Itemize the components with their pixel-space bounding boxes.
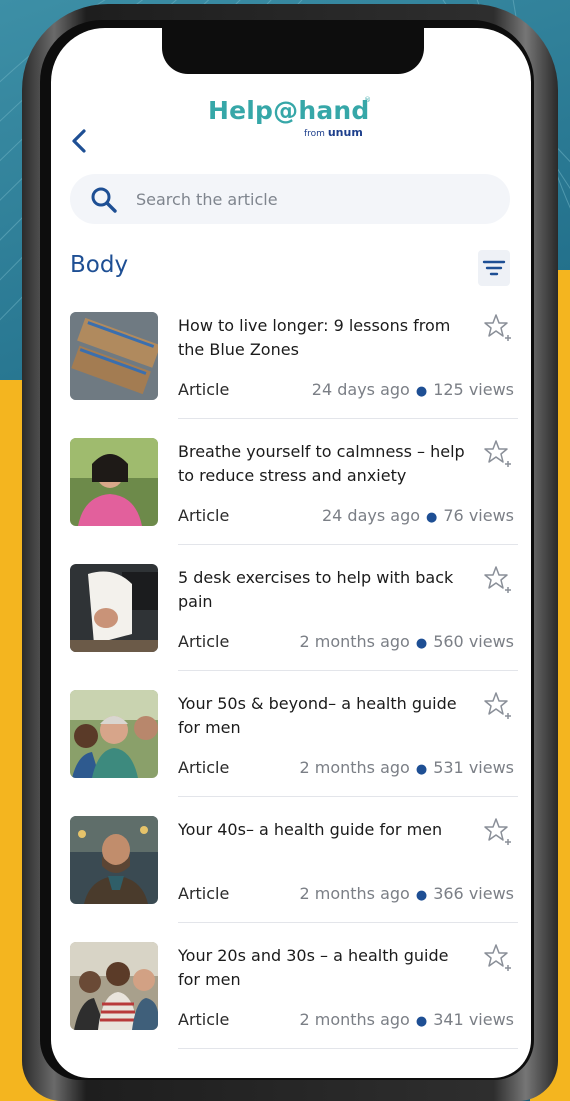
separator-dot: ● (415, 384, 428, 399)
article-thumbnail (70, 690, 158, 778)
favorite-button[interactable] (482, 690, 514, 722)
divider (178, 922, 518, 923)
article-views: 76 views (443, 506, 514, 525)
article-type: Article (178, 506, 230, 525)
article-meta: 24 days ago ● 76 views (322, 506, 514, 525)
back-button[interactable] (68, 126, 90, 156)
article-item[interactable]: 5 desk exercises to help with back pain … (70, 564, 518, 690)
article-title[interactable]: How to live longer: 9 lessons from the B… (178, 314, 474, 362)
article-meta: 2 months ago ● 366 views (299, 884, 514, 903)
article-thumbnail (70, 816, 158, 904)
article-type: Article (178, 1010, 230, 1029)
app-logo: Help@hand ® from unum (208, 96, 378, 142)
divider (178, 1048, 518, 1049)
star-icon (484, 692, 511, 719)
separator-dot: ● (415, 636, 428, 651)
article-type: Article (178, 632, 230, 651)
divider (178, 544, 518, 545)
separator-dot: ● (415, 888, 428, 903)
star-icon (484, 818, 511, 845)
article-title[interactable]: Breathe yourself to calmness – help to r… (178, 440, 474, 488)
favorite-button[interactable] (482, 942, 514, 974)
divider (178, 796, 518, 797)
chevron-left-icon (72, 129, 86, 153)
star-icon (484, 566, 511, 593)
favorite-button[interactable] (482, 816, 514, 848)
article-meta: 2 months ago ● 341 views (299, 1010, 514, 1029)
favorite-button[interactable] (482, 564, 514, 596)
article-views: 125 views (433, 380, 514, 399)
article-meta: 2 months ago ● 531 views (299, 758, 514, 777)
article-age: 2 months ago (299, 632, 410, 651)
article-item[interactable]: Your 40s– a health guide for men Article… (70, 816, 518, 942)
article-item[interactable]: Your 50s & beyond– a health guide for me… (70, 690, 518, 816)
separator-dot: ● (415, 1014, 428, 1029)
filter-button[interactable] (478, 250, 510, 286)
phone-notch (162, 28, 424, 74)
search-icon (91, 187, 117, 213)
article-type: Article (178, 758, 230, 777)
article-type: Article (178, 884, 230, 903)
favorite-button[interactable] (482, 438, 514, 470)
divider (178, 418, 518, 419)
article-age: 24 days ago (321, 506, 421, 525)
divider (178, 670, 518, 671)
filter-icon (482, 260, 506, 276)
logo-from-text: from (304, 129, 325, 139)
article-views: 366 views (433, 884, 514, 903)
article-views: 341 views (433, 1010, 514, 1029)
separator-dot: ● (415, 762, 428, 777)
favorite-button[interactable] (482, 312, 514, 344)
separator-dot: ● (426, 510, 438, 525)
article-thumbnail (70, 312, 158, 400)
article-views: 531 views (433, 758, 514, 777)
article-title[interactable]: Your 50s & beyond– a health guide for me… (178, 692, 474, 740)
search-bar[interactable] (70, 174, 510, 224)
search-input[interactable] (136, 174, 496, 224)
logo-brand-text: unum (327, 126, 363, 139)
article-item[interactable]: Your 20s and 30s – a health guide for me… (70, 942, 518, 1068)
star-icon (484, 440, 511, 467)
star-icon (484, 314, 511, 341)
article-title[interactable]: 5 desk exercises to help with back pain (178, 566, 474, 614)
article-thumbnail (70, 438, 158, 526)
article-age: 2 months ago (299, 758, 410, 777)
section-title: Body (70, 252, 129, 278)
article-meta: 24 days ago ● 125 views (312, 380, 514, 399)
article-item[interactable]: Breathe yourself to calmness – help to r… (70, 438, 518, 564)
article-age: 2 months ago (299, 884, 410, 903)
article-views: 560 views (433, 632, 514, 651)
article-type: Article (178, 380, 230, 399)
article-age: 2 months ago (299, 1010, 410, 1029)
logo-text: Help@hand (208, 96, 370, 125)
article-meta: 2 months ago ● 560 views (299, 632, 514, 651)
article-title[interactable]: Your 20s and 30s – a health guide for me… (178, 944, 474, 992)
article-age: 24 days ago (311, 380, 410, 399)
logo-registered-mark: ® (364, 96, 371, 104)
star-icon (484, 944, 511, 971)
logo-sub-brand: from unum (304, 126, 363, 139)
article-thumbnail (70, 942, 158, 1030)
article-item[interactable]: How to live longer: 9 lessons from the B… (70, 312, 518, 438)
article-title[interactable]: Your 40s– a health guide for men (178, 818, 474, 842)
article-thumbnail (70, 564, 158, 652)
